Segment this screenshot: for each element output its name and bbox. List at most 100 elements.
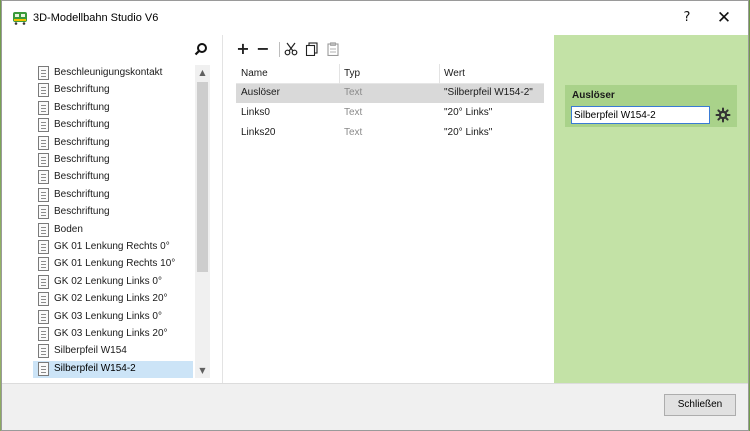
object-list-item[interactable]: Beschriftung [33,152,193,169]
object-list-item-label: Beschriftung [54,136,110,148]
search-icon[interactable] [194,42,208,56]
window-title: 3D-Modellbahn Studio V6 [33,12,159,24]
property-editor-panel: Auslöser [554,35,748,384]
object-list-item[interactable]: Silberpfeil W154-2 [33,360,193,378]
add-property-button[interactable]: + [234,39,252,59]
remove-property-button[interactable]: − [254,39,272,59]
column-separator[interactable] [439,64,440,84]
column-header-value[interactable]: Wert [444,68,465,79]
property-editor-group: Auslöser [565,85,737,127]
object-list-item[interactable]: Beschriftung [33,117,193,134]
object-list-item[interactable]: Beschriftung [33,169,193,186]
property-value-cell: "Silberpfeil W154-2" [444,87,533,98]
object-list-item-label: Beschriftung [54,171,110,183]
document-icon [38,292,49,307]
object-list-item[interactable]: Beschriftung [33,135,193,152]
object-list-item-label: GK 01 Lenkung Rechts 10° [54,258,176,270]
object-list-item-label: Beschriftung [54,154,110,165]
document-icon [38,118,49,133]
object-list-item[interactable]: Silberpfeil W154 [33,343,193,360]
help-button[interactable]: ? [669,7,705,29]
document-icon [38,205,49,220]
property-value-cell: "20° Links" [444,107,493,118]
object-list-panel: Beschleunigungskontakt Beschriftung Beschr… [2,35,222,383]
property-toolbar: + − [230,39,350,61]
object-list-item-label: Boden [54,223,83,235]
document-icon [38,274,49,289]
property-value-input[interactable] [571,106,710,124]
object-list-item-label: Beschriftung [54,188,110,200]
scroll-up-arrow-icon[interactable]: ▲ [195,65,210,80]
property-type-cell: Text [344,127,363,138]
document-icon [38,222,49,237]
property-name-cell: Auslöser [241,87,280,98]
property-name-cell: Links0 [241,107,270,118]
document-icon [38,83,49,98]
property-row[interactable]: Links0 Text "20° Links" [236,104,544,123]
property-value-cell: "20° Links" [444,127,493,138]
gear-icon[interactable] [715,107,731,123]
object-tree-list: Beschleunigungskontakt Beschriftung Beschr… [33,65,193,380]
object-list-scrollbar[interactable]: ▲ ▼ [195,65,210,378]
document-icon [38,257,49,272]
scroll-down-arrow-icon[interactable]: ▼ [195,363,210,378]
paste-button[interactable] [324,39,342,59]
dialog-window: 3D-Modellbahn Studio V6 ? ✕ Beschleunigu… [1,0,749,431]
document-icon [38,361,49,376]
object-list-item[interactable]: Beschriftung [33,82,193,99]
object-list-item-label: GK 02 Lenkung Links 20° [54,293,168,305]
property-type-cell: Text [344,107,363,118]
close-dialog-button[interactable]: Schließen [664,394,736,416]
cut-button[interactable] [282,39,300,59]
object-list-item-label: Silberpfeil W154 [54,345,127,357]
object-list-item-label: GK 03 Lenkung Links 0° [54,310,162,322]
copy-button[interactable] [303,39,321,59]
property-type-cell: Text [344,87,363,98]
document-icon [38,327,49,341]
object-list-item[interactable]: Beschriftung [33,187,193,204]
column-header-type[interactable]: Typ [344,68,360,79]
object-list-item-label: Silberpfeil W154-2 [54,362,136,374]
document-icon [38,100,49,115]
document-icon [38,66,49,80]
object-list-item[interactable]: GK 03 Lenkung Links 20° [33,326,193,343]
object-list-item-label: Beschriftung [54,206,110,218]
panel-divider[interactable] [222,35,223,383]
object-list-item[interactable]: GK 01 Lenkung Rechts 0° [33,239,193,256]
column-header-name[interactable]: Name [241,68,268,79]
object-list-item-label: Beschriftung [54,119,110,131]
property-table-header: Name Typ Wert [236,64,544,84]
object-list-item-label: Beschriftung [54,101,110,113]
app-train-icon [13,12,27,25]
paste-icon [327,42,339,56]
object-list-item[interactable]: Boden [33,222,193,239]
object-list-item[interactable]: GK 01 Lenkung Rechts 10° [33,256,193,273]
object-list-item[interactable]: GK 03 Lenkung Links 0° [33,309,193,326]
copy-icon [305,42,318,56]
property-row[interactable]: Auslöser Text "Silberpfeil W154-2" [236,84,544,103]
document-icon [38,170,49,185]
object-list-item-label: Beschriftung [54,84,110,96]
dialog-footer: Schließen [2,383,748,430]
document-icon [38,240,49,254]
document-icon [38,344,49,359]
object-list-item-label: GK 02 Lenkung Links 0° [54,275,162,287]
toolbar-separator [279,42,280,57]
object-list-item[interactable]: Beschleunigungskontakt [33,65,193,82]
object-list-item[interactable]: GK 02 Lenkung Links 20° [33,291,193,308]
column-separator[interactable] [339,64,340,84]
title-bar: 3D-Modellbahn Studio V6 ? ✕ [2,1,748,35]
property-editor-label: Auslöser [572,90,615,101]
object-list-item-label: Beschleunigungskontakt [54,67,163,78]
object-list-item[interactable]: Beschriftung [33,100,193,117]
scroll-thumb[interactable] [197,82,208,272]
object-list-item[interactable]: GK 02 Lenkung Links 0° [33,274,193,291]
property-row[interactable]: Links20 Text "20° Links" [236,124,544,143]
property-name-cell: Links20 [241,127,276,138]
document-icon [38,187,49,202]
document-icon [38,153,49,167]
object-list-item-label: GK 01 Lenkung Rechts 0° [54,241,170,252]
window-close-button[interactable]: ✕ [706,7,742,29]
object-list-item[interactable]: Beschriftung [33,204,193,221]
object-list-item-label: GK 03 Lenkung Links 20° [54,328,168,339]
